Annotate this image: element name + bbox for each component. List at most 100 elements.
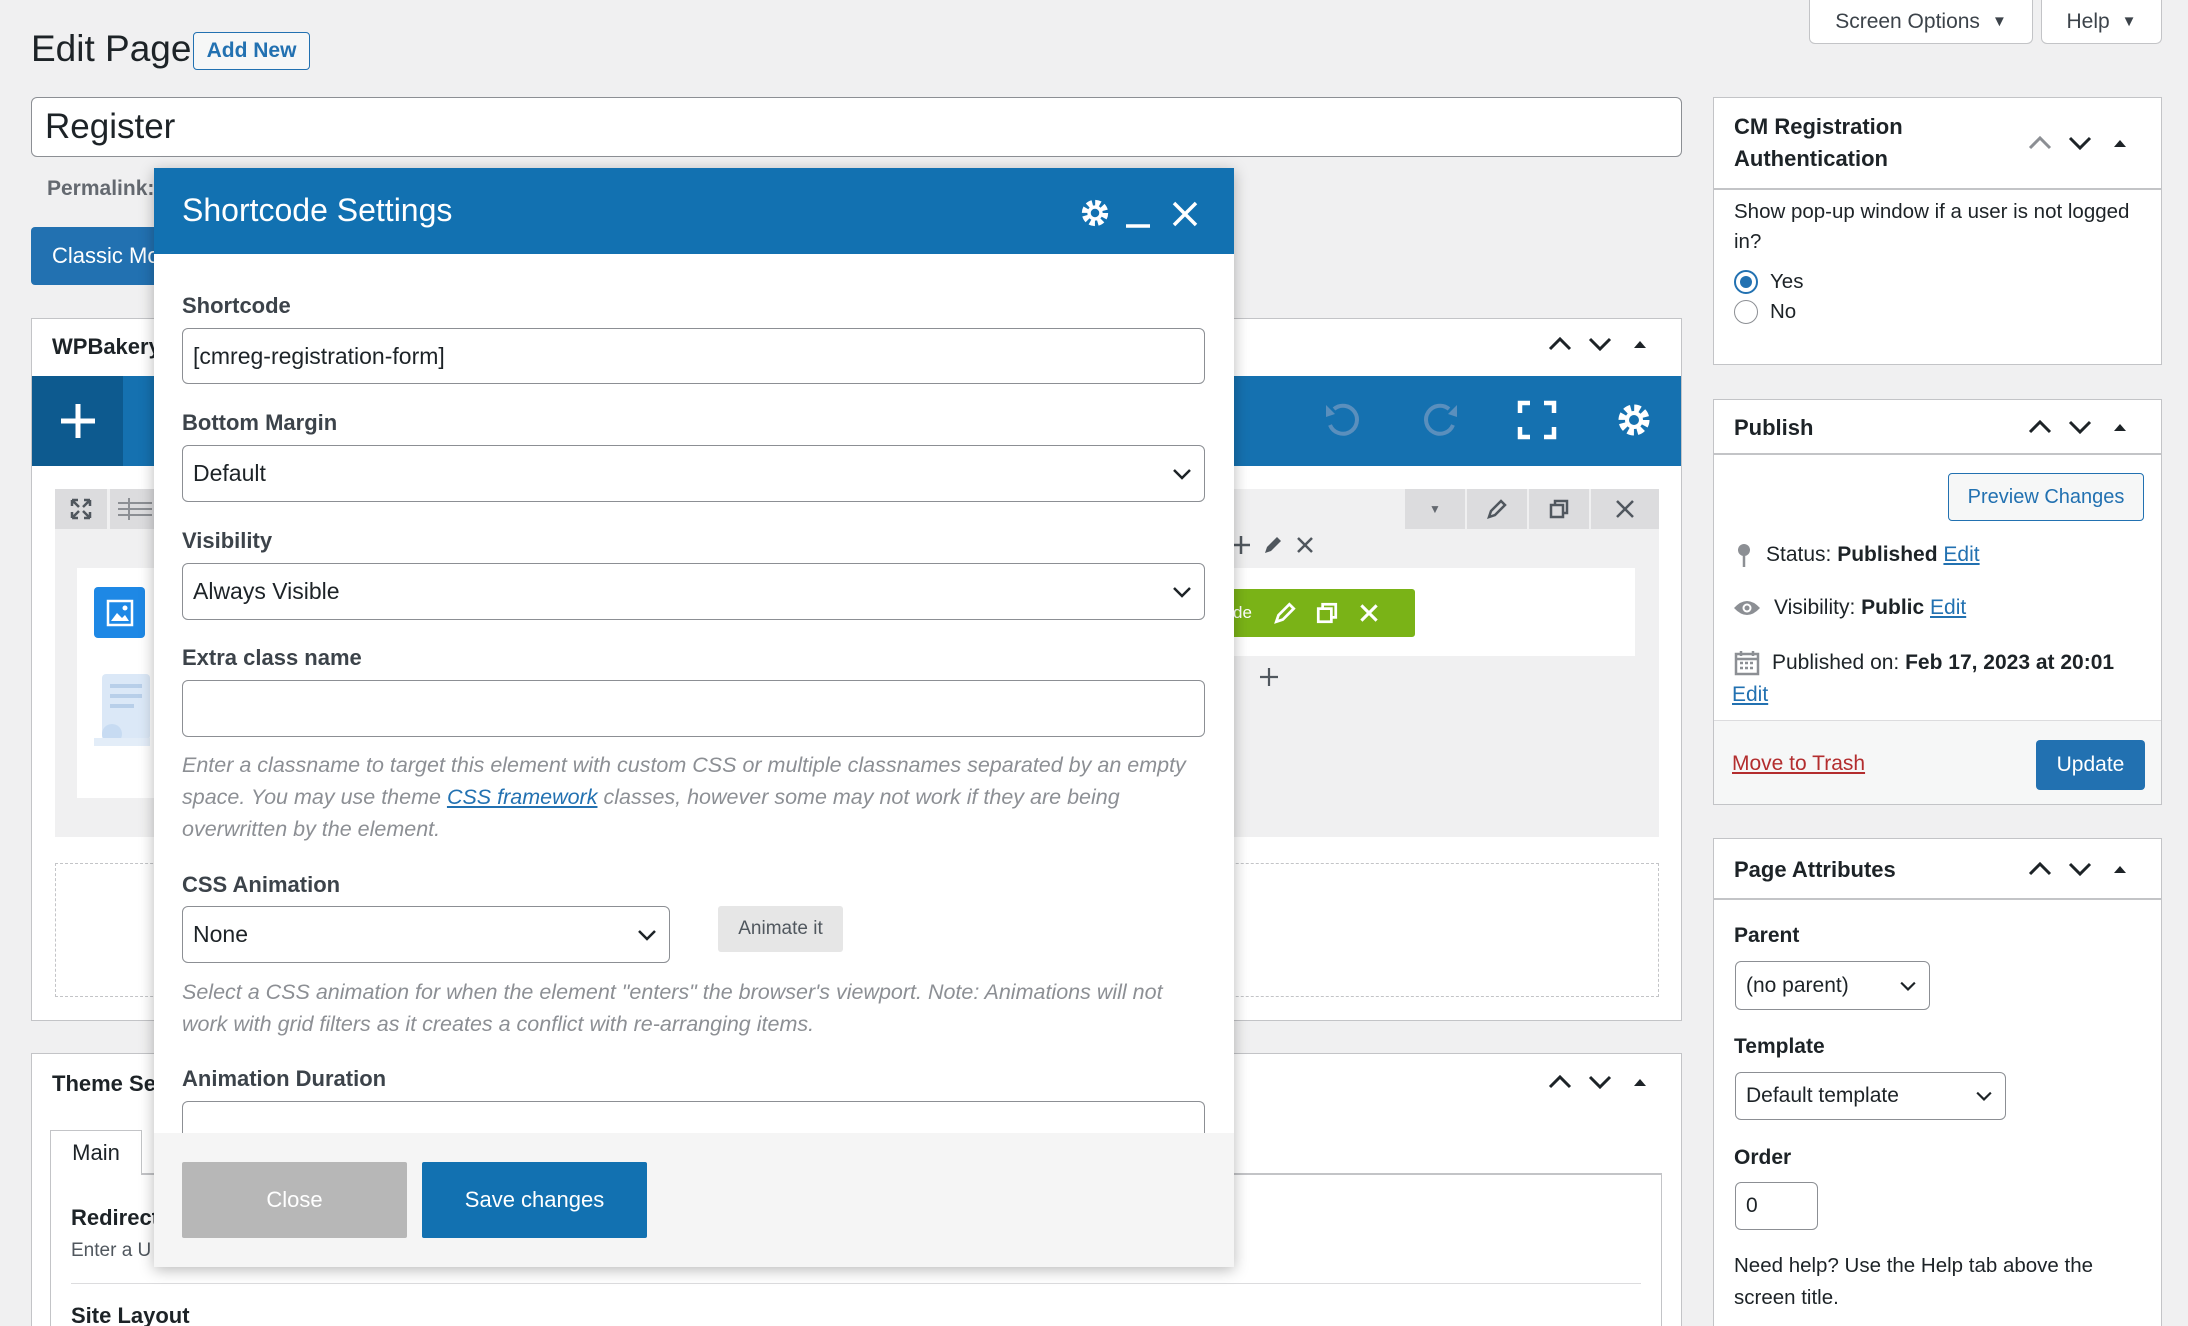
chevron-up-icon[interactable]: [2027, 417, 2053, 437]
toggle-panel-icon[interactable]: [2107, 417, 2133, 437]
toggle-panel-icon[interactable]: [2107, 133, 2133, 153]
visibility-value: Public: [1861, 596, 1925, 619]
toggle-panel-icon[interactable]: [2107, 859, 2133, 879]
animate-it-label: Animate it: [738, 918, 823, 939]
extra-class-input[interactable]: [182, 680, 1205, 737]
close-icon[interactable]: [1171, 200, 1199, 228]
shortcode-input[interactable]: [cmreg-registration-form]: [182, 328, 1205, 384]
update-button[interactable]: Update: [2036, 740, 2145, 790]
close-button[interactable]: Close: [182, 1162, 407, 1238]
close-icon[interactable]: [1294, 534, 1316, 556]
animate-it-button[interactable]: Animate it: [718, 906, 843, 952]
pencil-icon[interactable]: [1467, 489, 1529, 529]
shortcode-element-button[interactable]: de: [1225, 589, 1415, 637]
post-title-input[interactable]: Register: [31, 97, 1682, 157]
minimize-icon[interactable]: [1124, 210, 1152, 230]
screen-options-button[interactable]: Screen Options ▼: [1809, 0, 2033, 44]
published-on-value: Feb 17, 2023 at 20:01: [1905, 651, 2115, 674]
toggle-panel-icon[interactable]: [1627, 334, 1653, 354]
page-attributes-title: Page Attributes: [1734, 857, 1896, 882]
css-animation-help: Select a CSS animation for when the elem…: [182, 980, 1163, 1036]
close-icon[interactable]: [1357, 601, 1381, 625]
row-move-icon[interactable]: [55, 489, 107, 529]
page-title: Edit Page: [31, 28, 192, 69]
divider: [1714, 453, 2161, 455]
edit-date-link[interactable]: Edit: [1732, 683, 1768, 707]
cm-question: Show pop-up window if a user is not logg…: [1734, 200, 2130, 253]
undo-icon[interactable]: [1322, 399, 1362, 439]
clone-icon[interactable]: [1315, 601, 1339, 625]
parent-value: (no parent): [1746, 973, 1849, 997]
chevron-down-icon: [1976, 1091, 1992, 1101]
screen-options-label: Screen Options: [1835, 9, 1980, 33]
clone-icon[interactable]: [1529, 489, 1591, 529]
move-to-trash-link[interactable]: Move to Trash: [1732, 752, 1865, 776]
pencil-icon[interactable]: [1273, 601, 1297, 625]
add-new-label: Add New: [206, 39, 297, 62]
registration-illustration: [92, 668, 152, 758]
column-dropdown-icon[interactable]: ▼: [1405, 489, 1467, 529]
tab-main[interactable]: Main: [50, 1130, 142, 1175]
permalink-label: Permalink:: [47, 177, 155, 200]
publish-controls: [2027, 417, 2133, 437]
redo-icon[interactable]: [1421, 399, 1461, 439]
delete-row-icon[interactable]: [1591, 489, 1659, 529]
eye-icon: [1734, 601, 1760, 615]
vc-add-element-button[interactable]: [32, 376, 123, 466]
bottom-margin-select[interactable]: Default: [182, 445, 1205, 502]
order-input[interactable]: 0: [1735, 1182, 1818, 1230]
chevron-down-icon[interactable]: [2067, 417, 2093, 437]
css-framework-link[interactable]: CSS framework: [447, 785, 598, 809]
css-animation-label: CSS Animation: [182, 872, 341, 897]
chevron-down-icon: [638, 929, 656, 941]
edit-status-link[interactable]: Edit: [1943, 543, 1979, 566]
bottom-margin-value: Default: [193, 460, 266, 486]
add-element-plus-icon[interactable]: [1258, 666, 1280, 688]
css-animation-select[interactable]: None: [182, 906, 670, 963]
row-layout-icon[interactable]: [110, 489, 156, 529]
status-label: Status:: [1766, 543, 1832, 566]
order-value: 0: [1746, 1194, 1758, 1217]
radio-label: Yes: [1770, 270, 1804, 293]
chevron-up-icon[interactable]: [2027, 859, 2053, 879]
visibility-select[interactable]: Always Visible: [182, 563, 1205, 620]
published-on-row: Published on: Feb 17, 2023 at 20:01: [1734, 650, 2114, 676]
radio-yes[interactable]: Yes: [1734, 270, 1803, 294]
chevron-down-icon[interactable]: [1587, 1072, 1613, 1092]
preview-changes-button[interactable]: Preview Changes: [1948, 473, 2144, 521]
save-changes-button[interactable]: Save changes: [422, 1162, 647, 1238]
preview-changes-label: Preview Changes: [1967, 485, 2125, 508]
animation-duration-label: Animation Duration: [182, 1066, 387, 1091]
classic-mode-label: Classic Mo: [52, 243, 160, 268]
modal-gear-icon[interactable]: [1078, 196, 1112, 230]
parent-select[interactable]: (no parent): [1735, 961, 1930, 1010]
toggle-panel-icon[interactable]: [1627, 1072, 1653, 1092]
theme-settings-title: Theme Se: [52, 1071, 156, 1096]
chevron-up-icon[interactable]: [1547, 1072, 1573, 1092]
edit-visibility-link[interactable]: Edit: [1930, 596, 1966, 619]
help-button[interactable]: Help ▼: [2041, 0, 2162, 44]
redirect-label: Redirect: [71, 1205, 160, 1230]
template-select[interactable]: Default template: [1735, 1072, 2006, 1120]
chevron-down-icon[interactable]: [2067, 133, 2093, 153]
classic-mode-button[interactable]: Classic Mo: [31, 227, 161, 285]
add-new-button[interactable]: Add New: [193, 32, 310, 70]
chevron-up-icon[interactable]: [2027, 133, 2053, 153]
post-title-value: Register: [45, 107, 176, 146]
order-label: Order: [1734, 1146, 1792, 1169]
column-inner-controls: [1230, 534, 1316, 556]
chevron-down-icon[interactable]: [2067, 859, 2093, 879]
radio-no[interactable]: No: [1734, 300, 1796, 324]
radio-empty-icon: [1734, 300, 1758, 324]
fullscreen-icon[interactable]: [1517, 400, 1557, 440]
pencil-icon[interactable]: [1262, 534, 1284, 556]
page-attributes-controls: [2027, 859, 2133, 879]
template-label: Template: [1734, 1035, 1825, 1058]
help-label: Help: [2066, 9, 2110, 33]
settings-gear-icon[interactable]: [1614, 400, 1654, 440]
chevron-up-icon[interactable]: [1547, 334, 1573, 354]
title-line: CM Registration: [1734, 114, 1903, 139]
wpbakery-panel-controls: [1547, 334, 1653, 354]
chevron-down-icon[interactable]: [1587, 334, 1613, 354]
css-animation-value: None: [193, 921, 248, 947]
